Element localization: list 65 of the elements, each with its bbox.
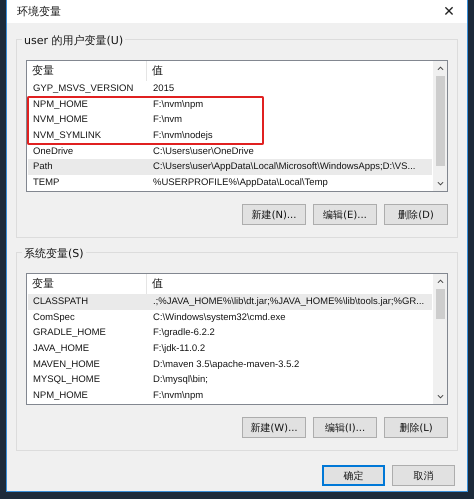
scroll-down-icon[interactable] bbox=[436, 394, 444, 399]
scroll-up-icon[interactable] bbox=[436, 279, 444, 284]
window-title: 环境变量 bbox=[17, 4, 61, 19]
table-cell-text: Path bbox=[32, 160, 54, 174]
table-cell-text: NVM_SYMLINK bbox=[32, 129, 102, 144]
table-cell-text: OneDrive bbox=[32, 144, 74, 159]
dialog-button[interactable]: 确定 bbox=[322, 465, 385, 486]
scroll-down-icon[interactable] bbox=[436, 181, 444, 186]
table-row[interactable]: CLASSPATH .;%JAVA_HOME%\lib\dt.jar;%JAVA_HOME%\lib\tools.jar;%GR... bbox=[28, 294, 432, 310]
table-row[interactable]: NPM_HOME F:\nvm\npm bbox=[28, 96, 432, 112]
dialog-button[interactable]: 取消 bbox=[392, 465, 455, 486]
table-row[interactable]: NVM_HOME F:\nvm bbox=[28, 112, 432, 128]
table-cell-text: C:\Windows\system32\cmd.exe bbox=[152, 310, 287, 325]
column-header[interactable]: 值 bbox=[147, 274, 433, 294]
column-header[interactable]: 值 bbox=[147, 61, 433, 81]
dialog-button[interactable]: 编辑(E)... bbox=[313, 204, 377, 225]
table-cell-text: D:\mysql\bin; bbox=[152, 373, 209, 388]
table-cell-text: F:\gradle-6.2.2 bbox=[152, 326, 216, 340]
dialog-button[interactable]: 删除(L) bbox=[384, 417, 448, 438]
table-row[interactable]: ComSpec C:\Windows\system32\cmd.exe bbox=[28, 310, 432, 326]
table-cell-text: GYP_MSVS_VERSION bbox=[32, 82, 134, 96]
table-row[interactable]: TEMP %USERPROFILE%\AppData\Local\Temp bbox=[28, 175, 432, 191]
table-row[interactable]: MYSQL_HOME D:\mysql\bin; bbox=[28, 372, 432, 388]
group-label: user 的用户变量(U) bbox=[22, 33, 126, 48]
table-cell-text: 2015 bbox=[152, 82, 176, 96]
table-row[interactable]: JAVA_HOME F:\jdk-11.0.2 bbox=[28, 341, 432, 357]
table-cell-text: JAVA_HOME bbox=[32, 342, 90, 356]
dialog-button[interactable]: 编辑(I)... bbox=[313, 417, 377, 438]
table-cell-text: .;%JAVA_HOME%\lib\dt.jar;%JAVA_HOME%\lib\tools.jar;%GR... bbox=[152, 295, 426, 309]
scroll-up-icon[interactable] bbox=[436, 66, 444, 71]
table-cell-text: F:\jdk-11.0.2 bbox=[152, 342, 206, 356]
dialog-button[interactable]: 新建(N)... bbox=[242, 204, 306, 225]
table-row[interactable]: NPM_HOME F:\nvm\npm bbox=[28, 388, 432, 404]
table-cell-text: F:\nvm\npm bbox=[152, 389, 204, 404]
table-cell-text: NVM_HOME bbox=[32, 113, 89, 128]
table-cell-text: CLASSPATH bbox=[32, 295, 90, 309]
table-row[interactable]: GRADLE_HOME F:\gradle-6.2.2 bbox=[28, 325, 432, 342]
table-cell-text: TEMP bbox=[32, 176, 60, 190]
table-cell-text: F:\nvm bbox=[152, 113, 184, 128]
column-header[interactable]: 变量 bbox=[27, 61, 147, 81]
table-cell-text: ComSpec bbox=[32, 310, 76, 325]
table-row[interactable]: OneDrive C:\Users\user\OneDrive bbox=[28, 144, 432, 160]
table-cell-text: C:\Users\user\AppData\Local\Microsoft\WindowsApps;D:\VS... bbox=[152, 160, 416, 174]
scroll-thumb[interactable] bbox=[436, 76, 444, 166]
dialog-button[interactable]: 新建(W)... bbox=[242, 417, 306, 438]
table-cell-text: D:\maven 3.5\apache-maven-3.5.2 bbox=[152, 358, 300, 372]
group-label: 系统变量(S) bbox=[22, 246, 86, 261]
table-cell-text: C:\Users\user\OneDrive bbox=[152, 144, 255, 159]
table-cell-text: NPM_HOME bbox=[32, 98, 89, 112]
table-cell-text: %USERPROFILE%\AppData\Local\Temp bbox=[152, 176, 329, 190]
scrollbar[interactable] bbox=[433, 274, 447, 404]
table-row[interactable]: MAVEN_HOME D:\maven 3.5\apache-maven-3.5.2 bbox=[28, 356, 432, 372]
table-cell-text: MYSQL_HOME bbox=[32, 373, 102, 388]
scroll-thumb[interactable] bbox=[436, 289, 444, 319]
table-row[interactable]: NVM_SYMLINK F:\nvm\nodejs bbox=[28, 128, 432, 144]
close-button[interactable]: ✕ bbox=[431, 0, 467, 23]
scrollbar[interactable] bbox=[433, 61, 447, 191]
dialog-button[interactable]: 删除(D) bbox=[384, 204, 448, 225]
table-row[interactable]: Path C:\Users\user\AppData\Local\Microsoft\WindowsApps;D:\VS... bbox=[28, 159, 432, 176]
table-row[interactable]: GYP_MSVS_VERSION 2015 bbox=[28, 81, 432, 97]
table-cell-text: NPM_HOME bbox=[32, 389, 89, 404]
table-cell-text: F:\nvm\nodejs bbox=[152, 129, 214, 144]
table-cell-text: GRADLE_HOME bbox=[32, 326, 107, 340]
table-cell-text: MAVEN_HOME bbox=[32, 358, 101, 372]
table-cell-text: F:\nvm\npm bbox=[152, 98, 204, 112]
